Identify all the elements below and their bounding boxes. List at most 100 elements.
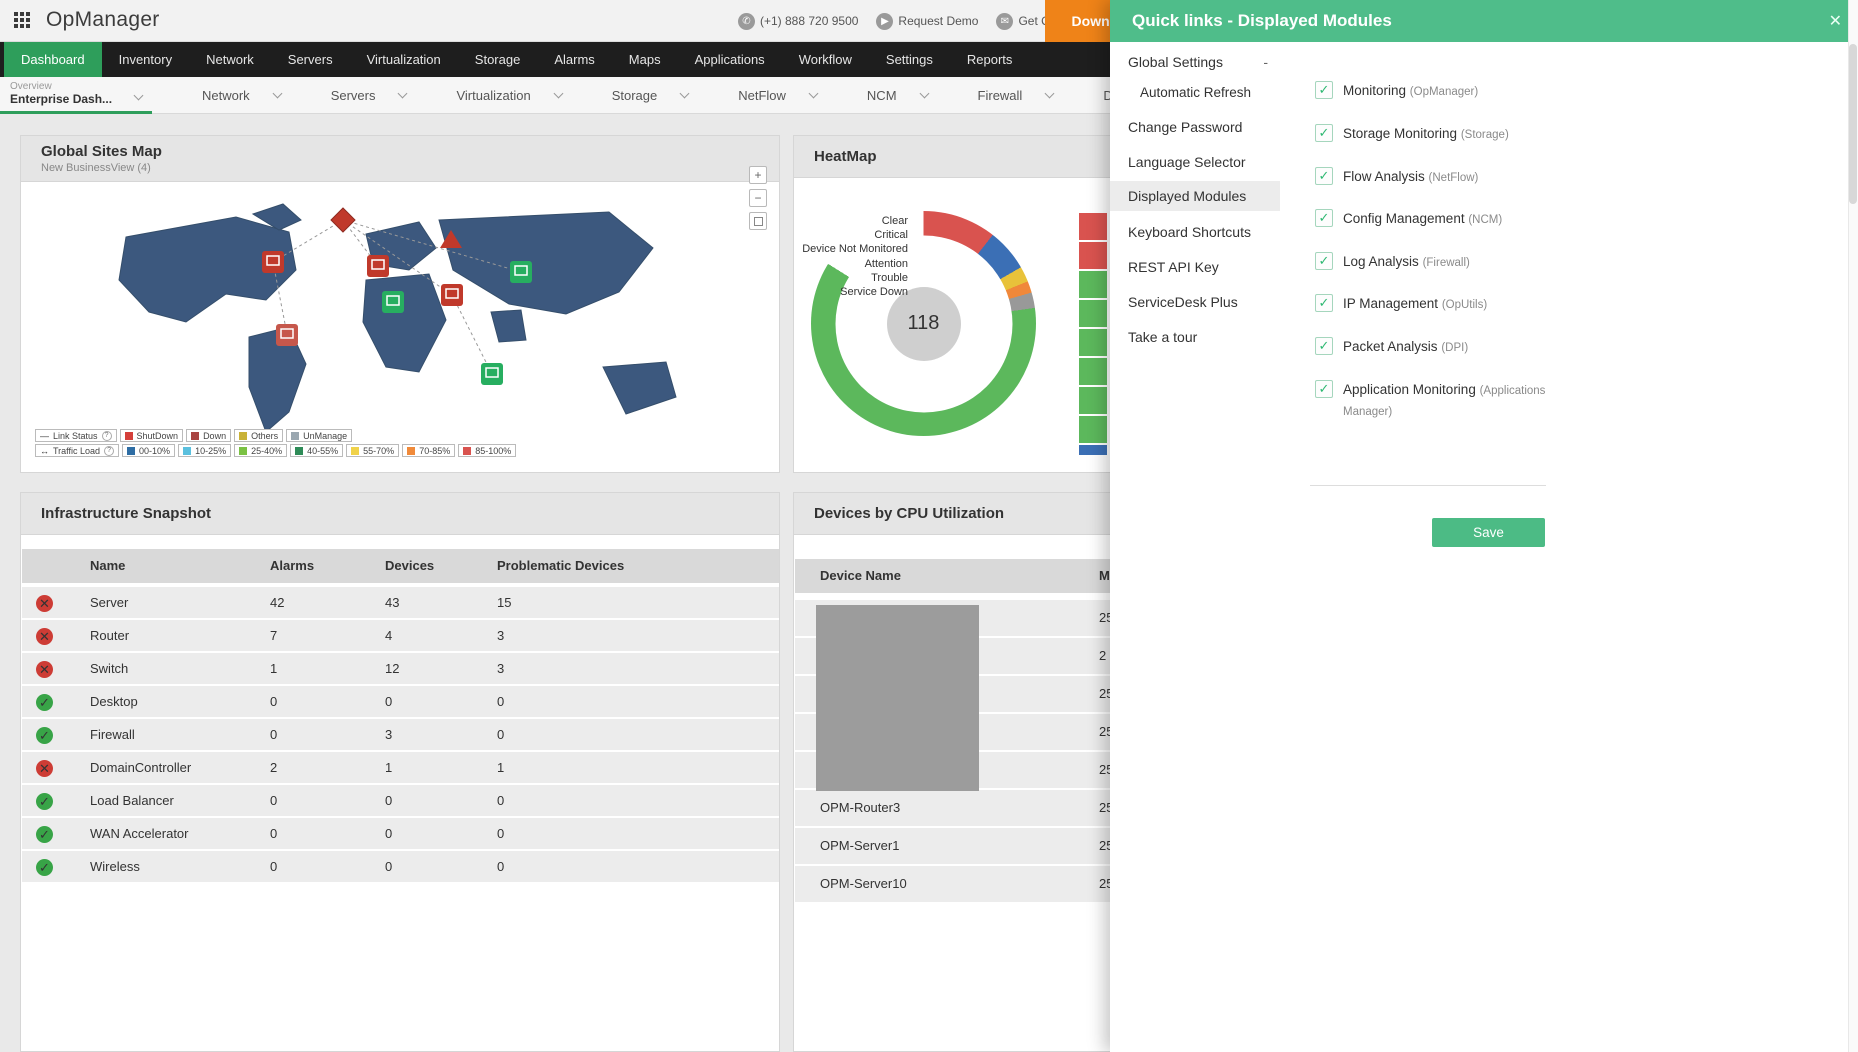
subnav-network[interactable]: Network bbox=[202, 88, 283, 103]
ok-status-icon: ✓ bbox=[36, 727, 53, 744]
device-marker[interactable] bbox=[481, 363, 503, 385]
nav-settings[interactable]: Settings bbox=[869, 42, 950, 77]
heat-cell[interactable] bbox=[1079, 242, 1107, 269]
menu-change-password[interactable]: Change Password bbox=[1110, 112, 1280, 142]
col-devices: Devices bbox=[385, 558, 435, 573]
table-row[interactable]: ✓ Wireless 0 0 0 bbox=[22, 851, 779, 882]
fullscreen-button[interactable] bbox=[749, 212, 767, 230]
ok-status-icon: ✓ bbox=[36, 826, 53, 843]
subnav-ncm[interactable]: NCM bbox=[867, 88, 929, 103]
heat-cell[interactable] bbox=[1079, 300, 1107, 327]
app-launcher-icon[interactable] bbox=[14, 12, 32, 30]
nav-servers[interactable]: Servers bbox=[271, 42, 350, 77]
heat-cell[interactable] bbox=[1079, 329, 1107, 356]
checkbox-checked[interactable]: ✓ bbox=[1315, 294, 1333, 312]
legend-item: 10-25% bbox=[178, 444, 232, 457]
device-marker[interactable] bbox=[262, 251, 284, 273]
traffic-symbol: ↔ bbox=[40, 445, 49, 456]
nav-network[interactable]: Network bbox=[189, 42, 271, 77]
menu-servicedesk-plus[interactable]: ServiceDesk Plus bbox=[1110, 287, 1280, 317]
device-marker[interactable] bbox=[441, 284, 463, 306]
checkbox-checked[interactable]: ✓ bbox=[1315, 167, 1333, 185]
heat-cell[interactable] bbox=[1079, 358, 1107, 385]
chevron-down-icon bbox=[272, 88, 283, 99]
table-row[interactable]: ✓ Firewall 0 3 0 bbox=[22, 719, 779, 750]
device-marker[interactable] bbox=[382, 291, 404, 313]
widget-header: Infrastructure Snapshot bbox=[21, 493, 779, 535]
table-row[interactable]: ✕ DomainController 2 1 1 bbox=[22, 752, 779, 783]
nav-workflow[interactable]: Workflow bbox=[782, 42, 869, 77]
subnav-virtualization[interactable]: Virtualization bbox=[456, 88, 564, 103]
table-row[interactable]: ✓ WAN Accelerator 0 0 0 bbox=[22, 818, 779, 849]
divider bbox=[1310, 485, 1546, 486]
table-row[interactable]: ✓ Load Balancer 0 0 0 bbox=[22, 785, 779, 816]
request-demo-link[interactable]: ▶ Request Demo bbox=[876, 12, 978, 30]
nav-reports[interactable]: Reports bbox=[950, 42, 1030, 77]
table-row[interactable]: ✕ Router 7 4 3 bbox=[22, 620, 779, 651]
table-row[interactable]: ✕ Server 42 43 15 bbox=[22, 587, 779, 618]
phone-icon: ✆ bbox=[738, 12, 755, 30]
zoom-in-button[interactable]: + bbox=[749, 166, 767, 184]
device-image-placeholder bbox=[816, 605, 979, 791]
nav-applications[interactable]: Applications bbox=[678, 42, 782, 77]
checkbox-checked[interactable]: ✓ bbox=[1315, 337, 1333, 355]
infrastructure-table: ✕ Server 42 43 15 ✕ Router 7 4 3 ✕ Switch 1 12 3 … bbox=[22, 587, 779, 884]
nav-storage[interactable]: Storage bbox=[458, 42, 538, 77]
fullscreen-icon bbox=[753, 216, 763, 226]
menu-rest-api-key[interactable]: REST API Key bbox=[1110, 252, 1280, 282]
checkbox-checked[interactable]: ✓ bbox=[1315, 124, 1333, 142]
table-row[interactable]: ✕ Switch 1 12 3 bbox=[22, 653, 779, 684]
module-config-management: ✓ Config Management (NCM) bbox=[1315, 209, 1565, 230]
subnav-firewall[interactable]: Firewall bbox=[978, 88, 1055, 103]
heat-cell[interactable] bbox=[1079, 416, 1107, 443]
menu-automatic-refresh[interactable]: Automatic Refresh bbox=[1110, 78, 1280, 108]
subnav-servers[interactable]: Servers bbox=[331, 88, 408, 103]
close-icon[interactable]: ✕ bbox=[1829, 11, 1842, 31]
app-logo: OpManager bbox=[46, 8, 160, 31]
menu-keyboard-shortcuts[interactable]: Keyboard Shortcuts bbox=[1110, 217, 1280, 247]
opmanager-app: OpManager ✆ (+1) 888 720 9500 ▶ Request … bbox=[0, 0, 1858, 1052]
legend-item: 85-100% bbox=[458, 444, 517, 457]
table-row[interactable]: ✓ Desktop 0 0 0 bbox=[22, 686, 779, 717]
scrollbar[interactable] bbox=[1848, 0, 1858, 1052]
nav-maps[interactable]: Maps bbox=[612, 42, 678, 77]
nav-inventory[interactable]: Inventory bbox=[102, 42, 189, 77]
map-zoom-controls: + − bbox=[749, 166, 767, 230]
heatmap-cells bbox=[1079, 213, 1107, 455]
get-quote-icon: ✉ bbox=[996, 12, 1014, 30]
panel-title: Quick links - Displayed Modules bbox=[1110, 0, 1858, 42]
subnav-netflow[interactable]: NetFlow bbox=[738, 88, 819, 103]
collapse-icon[interactable]: - bbox=[1263, 47, 1268, 77]
menu-global-settings[interactable]: Global Settings - bbox=[1110, 47, 1280, 77]
help-icon[interactable]: ? bbox=[101, 430, 112, 441]
checkbox-checked[interactable]: ✓ bbox=[1315, 209, 1333, 227]
nav-dashboard[interactable]: Dashboard bbox=[4, 42, 102, 77]
save-button[interactable]: Save bbox=[1432, 518, 1545, 547]
device-marker[interactable] bbox=[276, 324, 298, 346]
legend-item: UnManage bbox=[286, 429, 353, 442]
menu-language-selector[interactable]: Language Selector bbox=[1110, 147, 1280, 177]
checkbox-checked[interactable]: ✓ bbox=[1315, 380, 1333, 398]
checkbox-checked[interactable]: ✓ bbox=[1315, 81, 1333, 99]
chevron-down-icon bbox=[398, 88, 408, 99]
dashboard-selector[interactable]: Overview Enterprise Dash... bbox=[0, 77, 152, 114]
heat-cell[interactable] bbox=[1079, 387, 1107, 414]
col-name: Name bbox=[90, 558, 126, 573]
site-marker-hub[interactable] bbox=[330, 207, 356, 233]
subnav-storage[interactable]: Storage bbox=[612, 88, 690, 103]
device-marker[interactable] bbox=[510, 261, 532, 283]
nav-alarms[interactable]: Alarms bbox=[537, 42, 611, 77]
heat-cell[interactable] bbox=[1079, 213, 1107, 240]
menu-displayed-modules[interactable]: Displayed Modules bbox=[1110, 181, 1280, 211]
legend-item: 55-70% bbox=[346, 444, 400, 457]
chevron-down-icon bbox=[919, 88, 929, 99]
zoom-out-button[interactable]: − bbox=[749, 189, 767, 207]
device-marker[interactable] bbox=[367, 255, 389, 277]
scrollbar-thumb[interactable] bbox=[1849, 44, 1857, 204]
heat-cell[interactable] bbox=[1079, 271, 1107, 298]
heat-cell[interactable] bbox=[1079, 445, 1107, 455]
help-icon[interactable]: ? bbox=[104, 445, 115, 456]
menu-take-a-tour[interactable]: Take a tour bbox=[1110, 322, 1280, 352]
checkbox-checked[interactable]: ✓ bbox=[1315, 252, 1333, 270]
nav-virtualization[interactable]: Virtualization bbox=[350, 42, 458, 77]
